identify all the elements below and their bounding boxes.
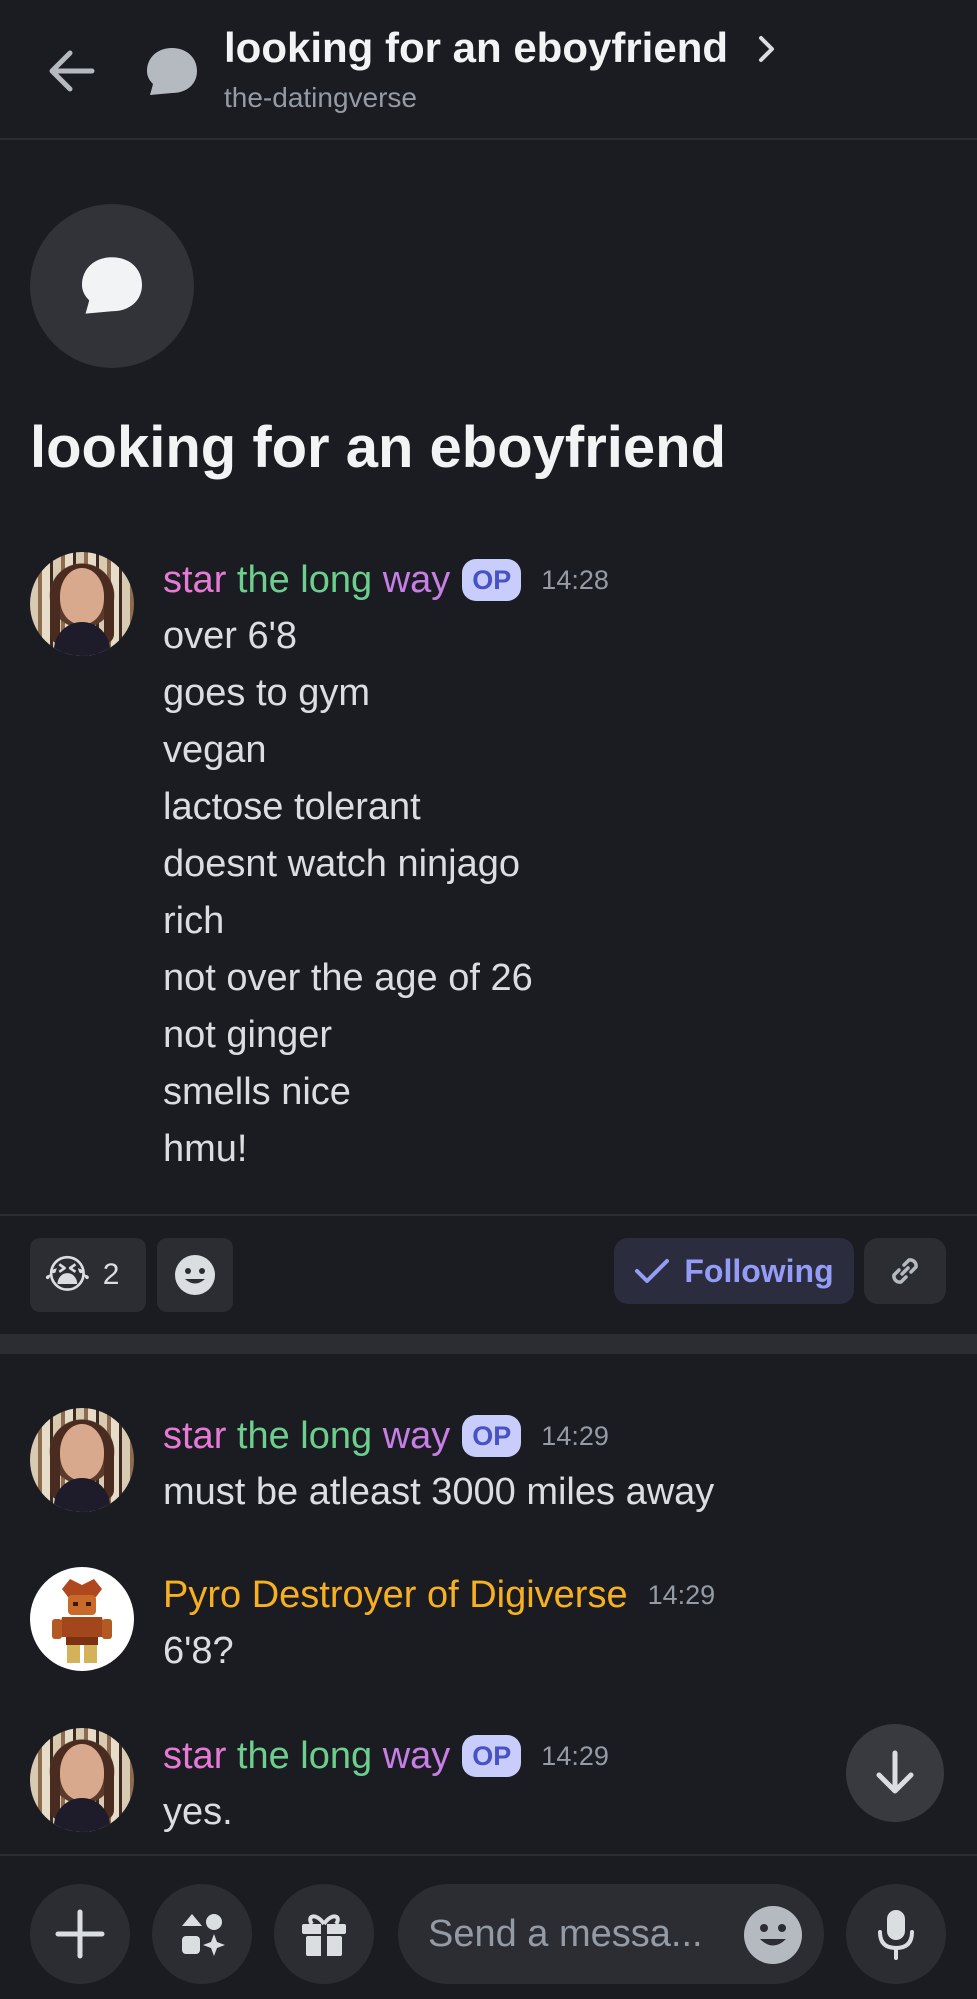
message-line: rich bbox=[163, 900, 225, 942]
author-name[interactable]: Pyro Destroyer of Digiverse bbox=[163, 1574, 628, 1617]
avatar[interactable] bbox=[30, 552, 134, 656]
back-arrow-icon bbox=[49, 50, 95, 92]
message-header: Pyro Destroyer of Digiverse 14:29 bbox=[163, 1573, 715, 1617]
thread-avatar bbox=[30, 204, 194, 368]
crying-emoji-icon: 😭 bbox=[44, 1253, 91, 1297]
microphone-icon bbox=[878, 1910, 914, 1960]
channel-name[interactable]: the-datingverse bbox=[224, 82, 417, 114]
message-line: not over the age of 26 bbox=[163, 957, 533, 999]
op-badge: OP bbox=[462, 1735, 522, 1777]
author-name[interactable]: star the long way bbox=[163, 559, 450, 602]
author-name[interactable]: star the long way bbox=[163, 1415, 450, 1458]
emoji-icon bbox=[760, 1924, 786, 1946]
jump-to-bottom-button[interactable] bbox=[846, 1724, 944, 1822]
message-line: doesnt watch ninjago bbox=[163, 843, 521, 885]
message-line: yes. bbox=[163, 1791, 233, 1833]
thread-header: looking for an eboyfriend the-datingvers… bbox=[0, 0, 977, 140]
copy-link-button[interactable] bbox=[864, 1238, 946, 1304]
lego-figure-icon bbox=[52, 1579, 112, 1663]
chevron-right-icon[interactable] bbox=[752, 32, 782, 66]
timestamp: 14:29 bbox=[647, 1579, 716, 1610]
following-button[interactable]: Following bbox=[614, 1238, 854, 1304]
apps-button[interactable] bbox=[152, 1884, 252, 1984]
section-separator bbox=[0, 1334, 977, 1354]
plus-icon bbox=[55, 1909, 105, 1959]
apps-icon bbox=[182, 1914, 225, 1956]
op-badge: OP bbox=[462, 559, 522, 601]
thread-title: looking for an eboyfriend bbox=[30, 415, 727, 480]
arrow-down-icon bbox=[876, 1750, 914, 1794]
message-body: 6'8? bbox=[163, 1623, 234, 1680]
message-header: star the long way OP 14:29 bbox=[163, 1414, 609, 1458]
message-body: over 6'8 goes to gym vegan lactose toler… bbox=[163, 608, 533, 1178]
message-line: must be atleast 3000 miles away bbox=[163, 1471, 715, 1513]
message-line: not ginger bbox=[163, 1014, 333, 1056]
message-line: vegan bbox=[163, 729, 267, 771]
voice-button[interactable] bbox=[846, 1884, 946, 1984]
emoji-button[interactable] bbox=[744, 1906, 802, 1964]
avatar[interactable] bbox=[30, 1728, 134, 1832]
avatar[interactable] bbox=[30, 1408, 134, 1512]
message-header: star the long way OP 14:28 bbox=[163, 558, 609, 602]
author-name[interactable]: star the long way bbox=[163, 1735, 450, 1778]
reaction-count: 2 bbox=[102, 1258, 120, 1291]
reaction-pill[interactable]: 😭 2 bbox=[30, 1238, 146, 1312]
message-line: over 6'8 bbox=[163, 615, 298, 657]
timestamp: 14:28 bbox=[541, 564, 609, 595]
message-line: goes to gym bbox=[163, 672, 370, 714]
avatar[interactable] bbox=[30, 1567, 134, 1671]
add-reaction-icon bbox=[175, 1255, 215, 1295]
op-badge: OP bbox=[462, 1415, 522, 1457]
add-reaction-button[interactable] bbox=[157, 1238, 233, 1312]
message-line: smells nice bbox=[163, 1071, 351, 1113]
following-label: Following bbox=[684, 1252, 834, 1289]
message-line: 6'8? bbox=[163, 1630, 234, 1672]
message-body: must be atleast 3000 miles away bbox=[163, 1464, 714, 1521]
gift-icon bbox=[302, 1914, 346, 1956]
link-icon bbox=[892, 1258, 918, 1284]
message-line: lactose tolerant bbox=[163, 786, 421, 828]
back-button[interactable] bbox=[38, 38, 104, 104]
thread-icon bbox=[82, 257, 142, 314]
gift-button[interactable] bbox=[274, 1884, 374, 1984]
timestamp: 14:29 bbox=[541, 1740, 609, 1771]
message-line: hmu! bbox=[163, 1128, 248, 1170]
attach-button[interactable] bbox=[30, 1884, 130, 1984]
thread-icon bbox=[147, 48, 197, 95]
message-input-container[interactable] bbox=[398, 1884, 824, 1984]
divider bbox=[0, 1214, 977, 1216]
message-input[interactable] bbox=[428, 1884, 728, 1984]
message-body: yes. bbox=[163, 1784, 233, 1841]
composer-bar bbox=[0, 1854, 977, 1999]
check-icon bbox=[635, 1259, 670, 1283]
timestamp: 14:29 bbox=[541, 1420, 609, 1451]
header-title[interactable]: looking for an eboyfriend bbox=[224, 24, 728, 72]
message-header: star the long way OP 14:29 bbox=[163, 1734, 609, 1778]
